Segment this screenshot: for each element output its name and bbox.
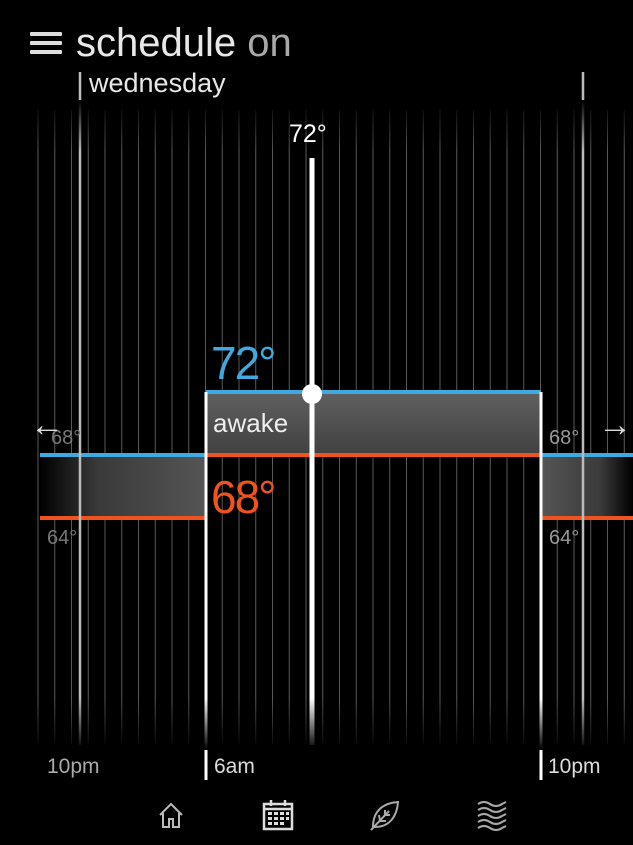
night-band-right [541,455,633,519]
night-band-left [40,455,206,519]
time-label-start: 10pm [47,755,100,778]
schedule-screen: schedule on wednesday 72° 72° awake 68° … [0,0,633,845]
schedule-status[interactable]: on [247,21,292,65]
time-label-end: 10pm [548,755,601,778]
waves-icon [477,801,507,831]
title-text: schedule [76,21,237,65]
menu-icon[interactable] [30,32,62,54]
heat-setpoint-value[interactable]: 72° [211,336,277,390]
period-name: awake [213,408,289,438]
nav-home[interactable] [151,795,191,835]
right-low-label: 64° [549,527,580,549]
arrow-right-icon[interactable]: → [598,408,632,442]
calendar-icon [262,800,294,831]
time-label-wake: 6am [214,755,255,778]
right-high-label: 68° [549,427,580,449]
left-low-label: 64° [47,527,78,549]
cool-setpoint-value[interactable]: 68° [211,470,277,524]
day-label: wednesday [89,68,226,98]
leaf-icon [370,800,400,831]
nav-schedule[interactable] [258,795,298,835]
current-setpoint-label: 72° [289,120,327,148]
page-title: schedule on [76,21,292,65]
nav-eco[interactable] [365,795,405,835]
arrow-left-icon[interactable]: ← [30,408,64,442]
home-icon [159,802,183,828]
nav-fan[interactable] [472,795,512,835]
setpoint-handle[interactable] [302,384,322,404]
header: schedule on [30,18,292,68]
